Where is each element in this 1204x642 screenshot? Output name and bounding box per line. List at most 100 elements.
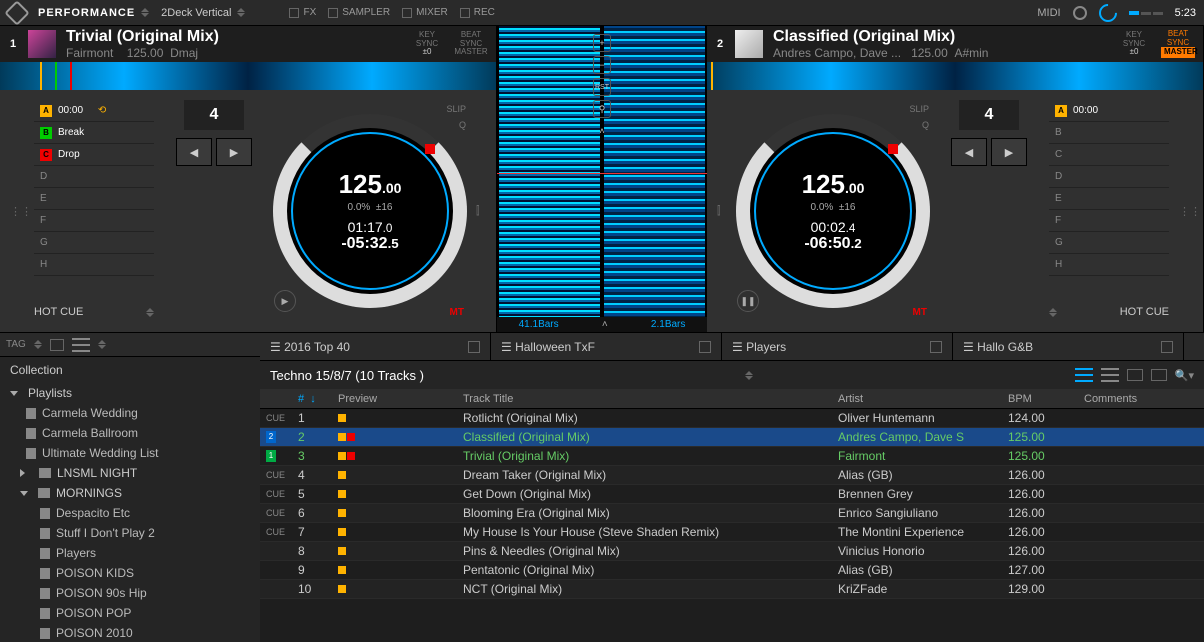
beat-sync-button[interactable]: BEATSYNCMASTER (1161, 30, 1195, 58)
zoom-in-icon[interactable]: + (593, 34, 611, 52)
table-row[interactable]: CUE 4 Dream Taker (Original Mix) Alias (… (260, 466, 1204, 485)
beat-jump-back-button[interactable]: ◀ (176, 138, 212, 166)
sidebar-item[interactable]: Carmela Ballroom (0, 423, 260, 443)
playlists-folder[interactable]: Playlists (0, 383, 260, 403)
table-row[interactable]: 1 3 Trivial (Original Mix) Fairmont 125.… (260, 447, 1204, 466)
sidebar-item[interactable]: Ultimate Wedding List (0, 443, 260, 463)
hot-cue-e[interactable]: E (1049, 188, 1169, 210)
tab[interactable]: ☰ Players (722, 333, 953, 360)
album-art[interactable] (28, 30, 56, 58)
beat-sync-button[interactable]: BEATSYNCMASTER (454, 31, 488, 57)
hot-cue-f[interactable]: F (1049, 210, 1169, 232)
sidebar-item[interactable]: POISON POP (0, 603, 260, 623)
fx-toggle[interactable]: FX (289, 7, 316, 18)
layout-dropdown[interactable]: 2Deck Vertical (161, 7, 245, 19)
collection-header[interactable]: Collection (0, 357, 260, 383)
grid-icon[interactable]: ⋮⋮ (1179, 100, 1193, 322)
sidebar-item[interactable]: Players (0, 543, 260, 563)
master-tempo-button[interactable]: MT (450, 307, 464, 318)
sidebar-item[interactable]: Carmela Wedding (0, 403, 260, 423)
jog-wheel[interactable]: 125.00 0.0% ±16 01:17.0 -05:32.5 (280, 121, 460, 301)
gear-icon[interactable] (1073, 6, 1087, 20)
search-icon[interactable]: ⚲ (593, 100, 611, 118)
table-row[interactable]: 2 2 Classified (Original Mix) Andres Cam… (260, 428, 1204, 447)
rec-toggle[interactable]: REC (460, 7, 495, 18)
collapse-icon[interactable]: ˄ (593, 122, 611, 140)
pause-button[interactable]: ❚❚ (737, 290, 759, 312)
chevron-updown-icon[interactable] (1049, 308, 1057, 317)
grid-icon[interactable]: ⋮⋮ (10, 100, 24, 322)
sidebar-item[interactable]: POISON 2010 (0, 623, 260, 642)
sidebar-item[interactable]: POISON 90s Hip (0, 583, 260, 603)
hot-cue-h[interactable]: H (1049, 254, 1169, 276)
vertical-waveform-1[interactable] (499, 26, 600, 332)
slip-button[interactable]: SLIP (909, 104, 929, 114)
overview-waveform[interactable] (707, 62, 1203, 90)
hot-cue-c[interactable]: C (1049, 144, 1169, 166)
hot-cue-a[interactable]: A00:00 (1049, 100, 1169, 122)
cue-marker-a[interactable] (40, 62, 42, 90)
beat-jump-back-button[interactable]: ◀ (951, 138, 987, 166)
zoom-out-icon[interactable]: − (593, 56, 611, 74)
zoom-reset-button[interactable]: RST (593, 78, 611, 96)
tab[interactable]: ☰ Hallo G&B (953, 333, 1184, 360)
hot-cue-c[interactable]: CDrop (34, 144, 154, 166)
beat-jump-fwd-button[interactable]: ▶ (991, 138, 1027, 166)
view-mode-icon[interactable] (50, 339, 64, 351)
tag-label[interactable]: TAG (6, 339, 26, 350)
table-row[interactable]: 8 Pins & Needles (Original Mix) Vinicius… (260, 542, 1204, 561)
hot-cue-e[interactable]: E (34, 188, 154, 210)
sampler-toggle[interactable]: SAMPLER (328, 7, 390, 18)
tab[interactable]: ☰ Halloween TxF (491, 333, 722, 360)
list-view-small-icon[interactable] (1075, 368, 1093, 382)
key-sync-button[interactable]: KEYSYNC±0 (410, 31, 444, 57)
hot-cue-d[interactable]: D (1049, 166, 1169, 188)
table-header[interactable]: # ↓ Preview Track Title Artist BPM Comme… (260, 389, 1204, 409)
table-row[interactable]: CUE 5 Get Down (Original Mix) Brennen Gr… (260, 485, 1204, 504)
search-icon[interactable]: 🔍▾ (1175, 369, 1194, 382)
slip-button[interactable]: SLIP (446, 104, 466, 114)
list-view-icon[interactable] (1101, 368, 1119, 382)
cue-marker-a[interactable] (711, 62, 713, 90)
key-sync-button[interactable]: KEYSYNC±0 (1117, 31, 1151, 57)
beat-jump-fwd-button[interactable]: ▶ (216, 138, 252, 166)
overview-waveform[interactable] (0, 62, 496, 90)
sidebar-item[interactable]: Stuff I Don't Play 2 (0, 523, 260, 543)
cue-marker-b[interactable] (55, 62, 57, 90)
sidebar-folder[interactable]: MORNINGS (0, 483, 260, 503)
hot-cue-b[interactable]: BBreak (34, 122, 154, 144)
list-view-icon[interactable] (72, 338, 90, 352)
table-row[interactable]: 9 Pentatonic (Original Mix) Alias (GB) 1… (260, 561, 1204, 580)
center-waveform[interactable]: + − RST ⚲ ˄ 41.1Bars ˄ 2.1Bars (497, 26, 707, 332)
cue-marker-c[interactable] (70, 62, 72, 90)
hot-cue-f[interactable]: F (34, 210, 154, 232)
chevron-updown-icon[interactable] (146, 308, 154, 317)
hot-cue-h[interactable]: H (34, 254, 154, 276)
vertical-waveform-2[interactable] (604, 26, 705, 332)
hot-cue-b[interactable]: B (1049, 122, 1169, 144)
table-row[interactable]: CUE 6 Blooming Era (Original Mix) Enrico… (260, 504, 1204, 523)
table-row[interactable]: CUE 1 Rotlicht (Original Mix) Oliver Hun… (260, 409, 1204, 428)
hot-cue-a[interactable]: A00:00 ⟲ (34, 100, 154, 122)
quantize-button[interactable]: Q (922, 120, 929, 130)
sidebar-item[interactable]: POISON KIDS (0, 563, 260, 583)
mode-dropdown[interactable]: PERFORMANCE (38, 7, 149, 19)
hot-cue-g[interactable]: G (1049, 232, 1169, 254)
artwork-view-icon[interactable] (1151, 369, 1167, 381)
midi-label[interactable]: MIDI (1037, 7, 1060, 19)
hot-cue-g[interactable]: G (34, 232, 154, 254)
tab[interactable]: ☰ 2016 Top 40 (260, 333, 491, 360)
hot-cue-d[interactable]: D (34, 166, 154, 188)
app-logo-icon[interactable] (4, 0, 29, 25)
table-row[interactable]: 10 NCT (Original Mix) KriZFade 129.00 (260, 580, 1204, 599)
expand-icon[interactable]: ˄ (602, 319, 608, 330)
sidebar-item[interactable]: Despacito Etc (0, 503, 260, 523)
album-art[interactable] (735, 30, 763, 58)
jog-wheel[interactable]: 125.00 0.0% ±16 00:02.4 -06:50.2 (743, 121, 923, 301)
chevron-updown-icon[interactable] (745, 371, 753, 380)
grid-view-icon[interactable] (1127, 369, 1143, 381)
master-tempo-button[interactable]: MT (913, 307, 927, 318)
table-row[interactable]: CUE 7 My House Is Your House (Steve Shad… (260, 523, 1204, 542)
quantize-button[interactable]: Q (459, 120, 466, 130)
mixer-toggle[interactable]: MIXER (402, 7, 448, 18)
